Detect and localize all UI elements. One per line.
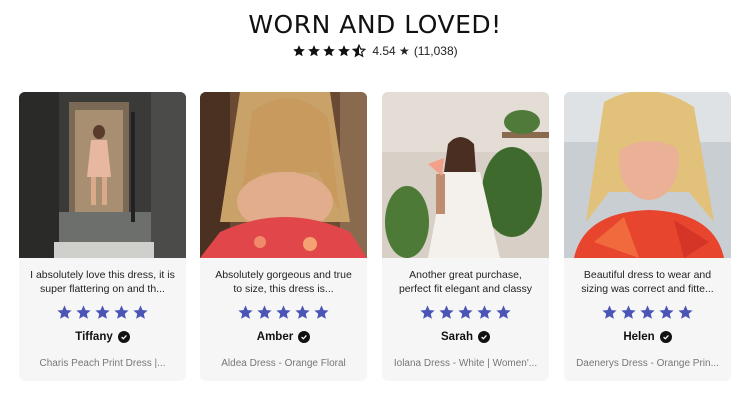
- review-photo[interactable]: [382, 92, 549, 258]
- star-icon: [439, 305, 454, 319]
- section-header: WORN AND LOVED! 4.54 ★ (11,038): [0, 10, 750, 58]
- star-icon: [640, 305, 655, 319]
- star-icon: [76, 305, 91, 319]
- reviewer: Tiffany: [19, 331, 186, 343]
- review-card[interactable]: Absolutely gorgeous and true to size, th…: [200, 92, 367, 381]
- rating-value: 4.54 ★: [372, 44, 410, 58]
- reviewer: Sarah: [382, 331, 549, 343]
- review-carousel: I absolutely love this dress, it is supe…: [19, 92, 731, 382]
- star-icon: [621, 305, 636, 319]
- product-link[interactable]: Daenerys Dress - Orange Prin...: [572, 358, 723, 369]
- star-icon: [114, 305, 129, 319]
- reviewer-name: Sarah: [441, 331, 473, 343]
- half-star-icon: [352, 44, 367, 58]
- verified-check-icon: [117, 331, 130, 343]
- review-card[interactable]: Beautiful dress to wear and sizing was c…: [564, 92, 731, 381]
- review-star-rating: [564, 304, 731, 321]
- review-text: Beautiful dress to wear and sizing was c…: [581, 269, 714, 295]
- star-icon: [659, 305, 674, 319]
- review-photo[interactable]: [564, 92, 731, 258]
- product-link[interactable]: Charis Peach Print Dress |...: [27, 358, 178, 369]
- star-icon: [238, 305, 253, 319]
- verified-check-icon: [477, 331, 490, 343]
- rating-count: (11,038): [413, 44, 458, 58]
- star-icon: [458, 305, 473, 319]
- star-icon: [678, 305, 693, 319]
- star-icon: [308, 45, 321, 57]
- star-icon: [293, 45, 306, 57]
- aggregate-rating[interactable]: 4.54 ★ (11,038): [0, 44, 750, 58]
- reviewer: Amber: [200, 331, 367, 343]
- star-icon: [338, 45, 351, 57]
- product-link[interactable]: Aldea Dress - Orange Floral: [208, 358, 359, 369]
- review-star-rating: [382, 304, 549, 321]
- aggregate-star-rating: [292, 44, 367, 58]
- star-icon: [496, 305, 511, 319]
- star-icon: [314, 305, 329, 319]
- review-text: Another great purchase, perfect fit eleg…: [398, 269, 533, 295]
- section-title: WORN AND LOVED!: [248, 10, 502, 39]
- review-text: Absolutely gorgeous and true to size, th…: [215, 269, 352, 295]
- verified-check-icon: [298, 331, 311, 343]
- star-icon: [477, 305, 492, 319]
- star-icon: [95, 305, 110, 319]
- review-text: I absolutely love this dress, it is supe…: [30, 269, 175, 295]
- star-icon: [276, 305, 291, 319]
- star-icon: [57, 305, 72, 319]
- review-photo[interactable]: [19, 92, 186, 258]
- review-star-rating: [200, 304, 367, 321]
- reviewer: Helen: [564, 331, 731, 343]
- review-star-rating: [19, 304, 186, 321]
- reviewer-name: Helen: [623, 331, 655, 343]
- star-icon: [133, 305, 148, 319]
- star-icon: [420, 305, 435, 319]
- product-link[interactable]: Iolana Dress - White | Women'...: [390, 358, 541, 369]
- star-icon: [257, 305, 272, 319]
- star-icon: [602, 305, 617, 319]
- reviewer-name: Amber: [256, 331, 294, 343]
- reviewer-name: Tiffany: [75, 331, 113, 343]
- star-icon: [295, 305, 310, 319]
- review-photo[interactable]: [200, 92, 367, 258]
- verified-check-icon: [659, 331, 672, 343]
- review-card[interactable]: I absolutely love this dress, it is supe…: [19, 92, 186, 381]
- review-card[interactable]: Another great purchase, perfect fit eleg…: [382, 92, 549, 381]
- star-icon: [323, 45, 336, 57]
